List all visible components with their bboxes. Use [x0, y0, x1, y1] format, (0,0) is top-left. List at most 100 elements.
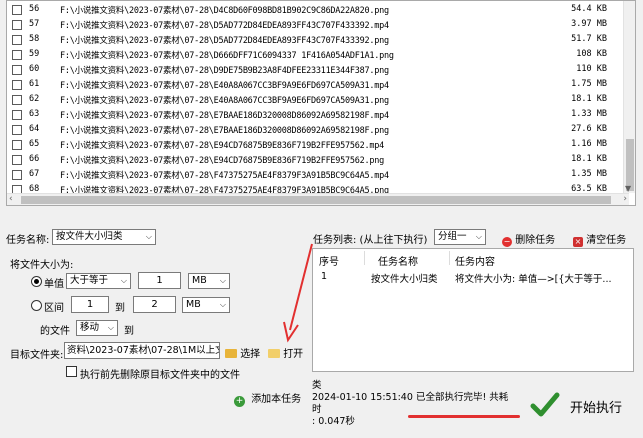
table-cell-name[interactable]: 按文件大小归类 — [371, 271, 438, 285]
file-row[interactable]: 65 F:\小说推文资料\2023-07素材\07-28\E94CD76875B9… — [7, 138, 629, 153]
choose-folder-button[interactable]: 选择 — [225, 345, 260, 360]
range-from-input[interactable]: 1 — [71, 296, 109, 313]
file-row-number: 66 — [29, 154, 40, 164]
file-row[interactable]: 64 F:\小说推文资料\2023-07素材\07-28\E7BAAE186D32… — [7, 123, 629, 138]
file-row[interactable]: 56 F:\小说推文资料\2023-07素材\07-28\D4C8D60F098B… — [7, 3, 629, 18]
range-radio[interactable] — [31, 300, 42, 311]
single-unit-value: MB — [192, 275, 207, 286]
file-row-checkbox[interactable] — [12, 140, 22, 150]
vertical-scrollbar[interactable]: ▼ — [623, 1, 635, 193]
chevron-down-icon: ⌵ — [120, 276, 127, 285]
target-folder-input[interactable]: 资料\2023-07素材\07-28\1M以上文件 — [64, 342, 220, 359]
task-table: 序号 任务名称 任务内容 1 按文件大小归类 将文件大小为: 单值—>[{大于等… — [312, 248, 634, 372]
file-row[interactable]: 61 F:\小说推文资料\2023-07素材\07-28\E40A8A067CC3… — [7, 78, 629, 93]
chevron-down-icon: ⌵ — [219, 300, 226, 309]
file-row-checkbox[interactable] — [12, 170, 22, 180]
table-header-name: 任务名称 — [378, 257, 418, 268]
table-header-content: 任务内容 — [455, 257, 495, 268]
range-unit-select[interactable]: MB ⌵ — [182, 297, 230, 313]
file-row-path: F:\小说推文资料\2023-07素材\07-28\D4C8D60F098BD8… — [60, 6, 389, 16]
file-row-checkbox[interactable] — [12, 155, 22, 165]
file-row[interactable]: 60 F:\小说推文资料\2023-07素材\07-28\D9DE75B9B23A… — [7, 63, 629, 78]
file-row-path: F:\小说推文资料\2023-07素材\07-28\D666DFF71C6094… — [60, 51, 394, 61]
status-log: 类 2024-01-10 15:51:40 已全部执行完毕! 共耗时 : 0.0… — [312, 380, 517, 428]
add-task-button[interactable]: + 添加本任务 — [234, 390, 301, 407]
chevron-down-icon: ⌵ — [145, 232, 152, 241]
open-folder-button[interactable]: 打开 — [268, 345, 303, 360]
file-row-path: F:\小说推文资料\2023-07素材\07-28\E7BAAE186D3200… — [60, 126, 389, 136]
check-icon — [530, 392, 560, 417]
file-row-path: F:\小说推文资料\2023-07素材\07-28\E94CD76875B9E8… — [60, 141, 384, 151]
file-row-checkbox[interactable] — [12, 50, 22, 60]
file-row-checkbox[interactable] — [12, 80, 22, 90]
file-row[interactable]: 62 F:\小说推文资料\2023-07素材\07-28\E40A8A067CC3… — [7, 93, 629, 108]
file-row-checkbox[interactable] — [12, 110, 22, 120]
table-cell-index[interactable]: 1 — [321, 271, 327, 282]
size-label: 将文件大小为: — [10, 260, 74, 271]
file-row-size: 18.1 KB — [571, 94, 607, 104]
file-row-number: 61 — [29, 79, 40, 89]
file-row[interactable]: 59 F:\小说推文资料\2023-07素材\07-28\D666DFF71C60… — [7, 48, 629, 63]
file-row-checkbox[interactable] — [12, 5, 22, 15]
file-row[interactable]: 63 F:\小说推文资料\2023-07素材\07-28\E7BAAE186D32… — [7, 108, 629, 123]
chevron-down-icon: ⌵ — [107, 323, 114, 332]
chevron-down-icon: ⌵ — [219, 276, 226, 285]
range-to-label: 到 — [115, 303, 125, 314]
scroll-down-arrow-icon[interactable]: ▼ — [625, 184, 631, 193]
to-label: 到 — [124, 326, 134, 337]
chevron-down-icon: ⌵ — [475, 232, 482, 241]
app-window: 68 F:\小说推文资料\2023-07素材\07-28\F47375275AE4… — [0, 0, 643, 438]
file-row-size: 1.75 MB — [571, 79, 607, 89]
file-row-checkbox[interactable] — [12, 35, 22, 45]
open-folder-label: 打开 — [283, 349, 304, 360]
single-value-radio[interactable] — [31, 276, 42, 287]
range-to-input[interactable]: 2 — [133, 296, 176, 313]
clear-icon: × — [573, 237, 583, 247]
file-row-size: 54.4 KB — [571, 4, 607, 14]
group-select[interactable]: 分组一 ⌵ — [434, 229, 486, 245]
file-row-checkbox[interactable] — [12, 125, 22, 135]
file-row-path: F:\小说推文资料\2023-07素材\07-28\E40A8A067CC3BF… — [60, 81, 389, 91]
add-task-label: 添加本任务 — [251, 394, 302, 405]
file-row-path: F:\小说推文资料\2023-07素材\07-28\E94CD76875B9E8… — [60, 156, 384, 166]
file-row[interactable]: 57 F:\小说推文资料\2023-07素材\07-28\D5AD772D84ED… — [7, 18, 629, 33]
file-row-size: 18.1 KB — [571, 154, 607, 164]
scroll-right-arrow-icon[interactable]: › — [623, 194, 627, 204]
clear-task-button[interactable]: × 清空任务 — [573, 231, 626, 247]
file-row-path: F:\小说推文资料\2023-07素材\07-28\E40A8A067CC3BF… — [60, 96, 389, 106]
file-row-size: 1.16 MB — [571, 139, 607, 149]
action-select[interactable]: 移动 ⌵ — [76, 320, 118, 336]
single-value-input[interactable]: 1 — [138, 272, 181, 289]
table-cell-content[interactable]: 将文件大小为: 单值—>[{大于等于... — [455, 271, 612, 285]
file-row[interactable]: 58 F:\小说推文资料\2023-07素材\07-28\D5AD772D84ED… — [7, 33, 629, 48]
task-name-select[interactable]: 按文件大小归类 ⌵ — [52, 229, 156, 245]
file-label: 的文件 — [40, 326, 70, 337]
target-folder-label: 目标文件夹: — [10, 350, 64, 361]
single-unit-select[interactable]: MB ⌵ — [188, 273, 230, 289]
horizontal-scroll-thumb[interactable] — [21, 196, 611, 204]
file-row-size: 108 KB — [576, 49, 607, 59]
scroll-left-arrow-icon[interactable]: ‹ — [9, 194, 13, 204]
group-select-value: 分组一 — [438, 231, 467, 242]
file-row-number: 56 — [29, 4, 40, 14]
file-row-checkbox[interactable] — [12, 95, 22, 105]
task-name-value: 按文件大小归类 — [56, 231, 123, 242]
horizontal-scrollbar[interactable]: ‹ › — [7, 193, 629, 205]
file-row[interactable]: 67 F:\小说推文资料\2023-07素材\07-28\F47375275AE4… — [7, 168, 629, 183]
delete-task-button[interactable]: − 删除任务 — [502, 231, 555, 247]
start-button[interactable]: 开始执行 — [526, 386, 634, 424]
clear-task-label: 清空任务 — [586, 235, 627, 246]
compare-select[interactable]: 大于等于 ⌵ — [66, 273, 131, 289]
file-row[interactable]: 66 F:\小说推文资料\2023-07素材\07-28\E94CD76875B9… — [7, 153, 629, 168]
file-row-checkbox[interactable] — [12, 65, 22, 75]
file-row-checkbox[interactable] — [12, 20, 22, 30]
column-divider — [364, 251, 365, 265]
status-line-1: 类 — [312, 380, 322, 391]
delete-before-checkbox[interactable] — [66, 366, 77, 377]
file-row-number: 62 — [29, 94, 40, 104]
file-row-size: 1.35 MB — [571, 169, 607, 179]
file-row-size: 110 KB — [576, 64, 607, 74]
column-divider — [449, 251, 450, 265]
single-value-label: 单值 — [44, 279, 64, 290]
file-row-size: 51.7 KB — [571, 34, 607, 44]
